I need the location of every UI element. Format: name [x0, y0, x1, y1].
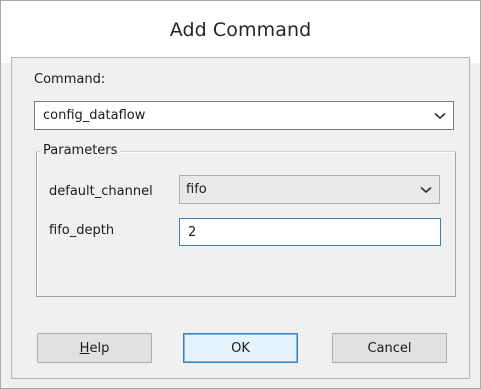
default-channel-value: fifo [186, 182, 207, 197]
parameters-group-title: Parameters [40, 143, 121, 158]
param-label-fifo-depth: fifo_depth [49, 223, 115, 238]
default-channel-select[interactable]: fifo [179, 175, 440, 204]
cancel-button-label: Cancel [367, 340, 412, 356]
ok-button[interactable]: OK [183, 333, 298, 363]
help-button-label: Help [79, 340, 110, 356]
command-select-value: config_dataflow [43, 108, 146, 123]
ok-button-label: OK [231, 340, 250, 356]
command-select[interactable]: config_dataflow [34, 101, 454, 130]
help-button[interactable]: Help [37, 333, 152, 363]
cancel-button[interactable]: Cancel [332, 333, 447, 363]
fifo-depth-value: 2 [188, 224, 197, 240]
param-label-default-channel: default_channel [49, 184, 153, 199]
fifo-depth-input[interactable]: 2 [179, 218, 441, 246]
command-label: Command: [34, 72, 106, 87]
add-command-dialog: Add Command Command: config_dataflow Par… [0, 0, 481, 389]
chevron-down-icon[interactable] [419, 176, 433, 203]
title-bar: Add Command [1, 1, 480, 63]
chevron-down-icon[interactable] [433, 102, 447, 129]
dialog-body: Command: config_dataflow Parameters defa… [11, 57, 470, 379]
dialog-title: Add Command [169, 19, 312, 41]
